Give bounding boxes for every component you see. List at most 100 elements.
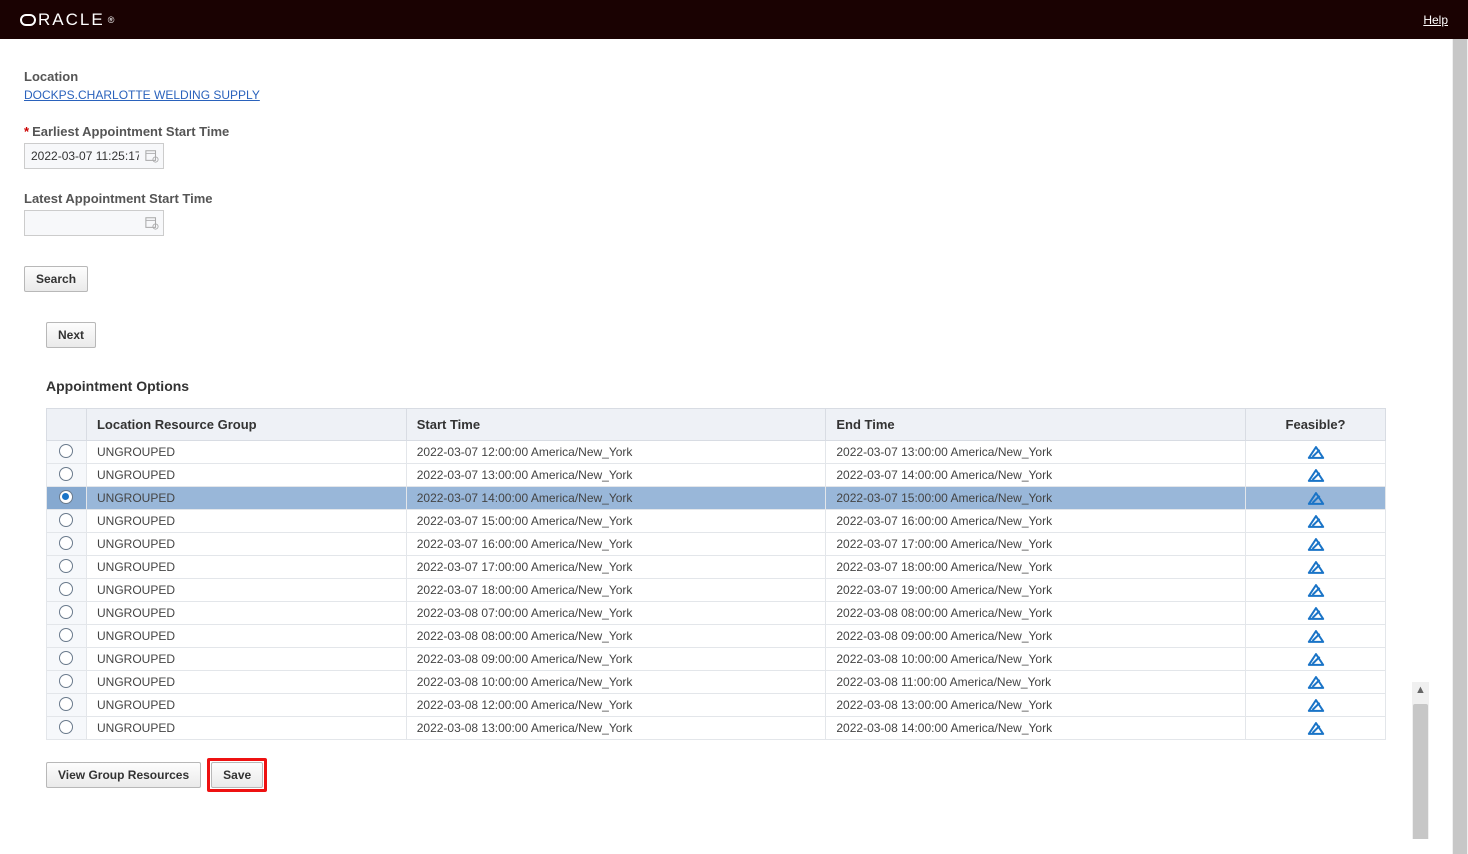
feasible-icon[interactable] <box>1307 697 1325 712</box>
bottom-button-row: View Group Resources Save <box>46 758 1408 792</box>
latest-input[interactable] <box>24 210 164 236</box>
row-radio[interactable] <box>59 559 73 573</box>
row-group: UNGROUPED <box>86 602 406 625</box>
feasible-icon[interactable] <box>1307 444 1325 459</box>
row-start: 2022-03-07 17:00:00 America/New_York <box>406 556 826 579</box>
row-radio[interactable] <box>59 490 73 504</box>
feasible-icon[interactable] <box>1307 582 1325 597</box>
table-scrollbar[interactable]: ▲ ▼ <box>1412 682 1429 839</box>
row-end: 2022-03-08 13:00:00 America/New_York <box>826 694 1246 717</box>
row-group: UNGROUPED <box>86 533 406 556</box>
row-start: 2022-03-08 10:00:00 America/New_York <box>406 671 826 694</box>
row-group: UNGROUPED <box>86 556 406 579</box>
row-start: 2022-03-07 14:00:00 America/New_York <box>406 487 826 510</box>
table-row[interactable]: UNGROUPED2022-03-07 14:00:00 America/New… <box>47 487 1386 510</box>
location-block: Location DOCKPS.CHARLOTTE WELDING SUPPLY <box>24 69 1430 102</box>
row-end: 2022-03-07 17:00:00 America/New_York <box>826 533 1246 556</box>
group-header[interactable]: Location Resource Group <box>86 409 406 441</box>
row-radio[interactable] <box>59 536 73 550</box>
row-start: 2022-03-08 08:00:00 America/New_York <box>406 625 826 648</box>
earliest-label: *Earliest Appointment Start Time <box>24 124 1430 139</box>
row-end: 2022-03-08 14:00:00 America/New_York <box>826 717 1246 740</box>
earliest-block: *Earliest Appointment Start Time <box>24 124 1430 169</box>
table-row[interactable]: UNGROUPED2022-03-08 09:00:00 America/New… <box>47 648 1386 671</box>
feasible-icon[interactable] <box>1307 605 1325 620</box>
scroll-up-icon[interactable]: ▲ <box>1415 682 1426 698</box>
row-start: 2022-03-07 16:00:00 America/New_York <box>406 533 826 556</box>
row-radio[interactable] <box>59 582 73 596</box>
row-radio[interactable] <box>59 467 73 481</box>
calendar-icon[interactable] <box>145 216 159 230</box>
feasible-icon[interactable] <box>1307 467 1325 482</box>
calendar-icon[interactable] <box>145 149 159 163</box>
latest-block: Latest Appointment Start Time <box>24 191 1430 236</box>
feasible-icon[interactable] <box>1307 628 1325 643</box>
page-scroll-thumb[interactable] <box>1453 39 1467 854</box>
start-header[interactable]: Start Time <box>406 409 826 441</box>
appointment-section: Next Appointment Options Location Resour… <box>24 322 1430 792</box>
row-group: UNGROUPED <box>86 510 406 533</box>
feasible-icon[interactable] <box>1307 720 1325 735</box>
feasible-icon[interactable] <box>1307 490 1325 505</box>
table-row[interactable]: UNGROUPED2022-03-08 08:00:00 America/New… <box>47 625 1386 648</box>
row-group: UNGROUPED <box>86 579 406 602</box>
location-link[interactable]: DOCKPS.CHARLOTTE WELDING SUPPLY <box>24 88 260 102</box>
row-end: 2022-03-08 08:00:00 America/New_York <box>826 602 1246 625</box>
content-area: Location DOCKPS.CHARLOTTE WELDING SUPPLY… <box>0 39 1430 839</box>
latest-label: Latest Appointment Start Time <box>24 191 1430 206</box>
search-button[interactable]: Search <box>24 266 88 292</box>
location-label: Location <box>24 69 1430 84</box>
row-start: 2022-03-07 15:00:00 America/New_York <box>406 510 826 533</box>
row-radio[interactable] <box>59 444 73 458</box>
row-start: 2022-03-07 18:00:00 America/New_York <box>406 579 826 602</box>
feasible-icon[interactable] <box>1307 559 1325 574</box>
row-end: 2022-03-08 11:00:00 America/New_York <box>826 671 1246 694</box>
row-start: 2022-03-08 13:00:00 America/New_York <box>406 717 826 740</box>
row-group: UNGROUPED <box>86 625 406 648</box>
row-start: 2022-03-07 13:00:00 America/New_York <box>406 464 826 487</box>
row-radio[interactable] <box>59 674 73 688</box>
row-radio[interactable] <box>59 720 73 734</box>
earliest-input[interactable] <box>24 143 164 169</box>
feasible-header[interactable]: Feasible? <box>1246 409 1386 441</box>
feasible-icon[interactable] <box>1307 536 1325 551</box>
scroll-thumb[interactable] <box>1413 704 1428 839</box>
row-end: 2022-03-07 14:00:00 America/New_York <box>826 464 1246 487</box>
end-header[interactable]: End Time <box>826 409 1246 441</box>
row-end: 2022-03-07 19:00:00 America/New_York <box>826 579 1246 602</box>
table-row[interactable]: UNGROUPED2022-03-07 16:00:00 America/New… <box>47 533 1386 556</box>
row-start: 2022-03-08 12:00:00 America/New_York <box>406 694 826 717</box>
table-row[interactable]: UNGROUPED2022-03-08 10:00:00 America/New… <box>47 671 1386 694</box>
row-radio[interactable] <box>59 628 73 642</box>
save-button[interactable]: Save <box>211 762 263 788</box>
row-radio[interactable] <box>59 697 73 711</box>
feasible-icon[interactable] <box>1307 674 1325 689</box>
row-end: 2022-03-08 10:00:00 America/New_York <box>826 648 1246 671</box>
top-banner: RACLE® Help <box>0 0 1468 39</box>
row-start: 2022-03-07 12:00:00 America/New_York <box>406 441 826 464</box>
row-group: UNGROUPED <box>86 648 406 671</box>
next-button[interactable]: Next <box>46 322 96 348</box>
row-radio[interactable] <box>59 605 73 619</box>
row-radio[interactable] <box>59 651 73 665</box>
row-radio[interactable] <box>59 513 73 527</box>
table-row[interactable]: UNGROUPED2022-03-07 13:00:00 America/New… <box>47 464 1386 487</box>
feasible-icon[interactable] <box>1307 513 1325 528</box>
oracle-logo-o-icon <box>20 14 36 26</box>
page-scrollbar[interactable] <box>1452 39 1468 854</box>
row-end: 2022-03-07 16:00:00 America/New_York <box>826 510 1246 533</box>
row-group: UNGROUPED <box>86 694 406 717</box>
feasible-icon[interactable] <box>1307 651 1325 666</box>
appointment-table: Location Resource Group Start Time End T… <box>46 408 1386 740</box>
view-group-resources-button[interactable]: View Group Resources <box>46 762 201 788</box>
table-row[interactable]: UNGROUPED2022-03-08 13:00:00 America/New… <box>47 717 1386 740</box>
table-row[interactable]: UNGROUPED2022-03-07 12:00:00 America/New… <box>47 441 1386 464</box>
table-row[interactable]: UNGROUPED2022-03-07 15:00:00 America/New… <box>47 510 1386 533</box>
table-row[interactable]: UNGROUPED2022-03-08 07:00:00 America/New… <box>47 602 1386 625</box>
select-header <box>47 409 87 441</box>
table-row[interactable]: UNGROUPED2022-03-07 18:00:00 America/New… <box>47 579 1386 602</box>
help-link[interactable]: Help <box>1423 13 1448 27</box>
row-group: UNGROUPED <box>86 487 406 510</box>
table-row[interactable]: UNGROUPED2022-03-07 17:00:00 America/New… <box>47 556 1386 579</box>
table-row[interactable]: UNGROUPED2022-03-08 12:00:00 America/New… <box>47 694 1386 717</box>
